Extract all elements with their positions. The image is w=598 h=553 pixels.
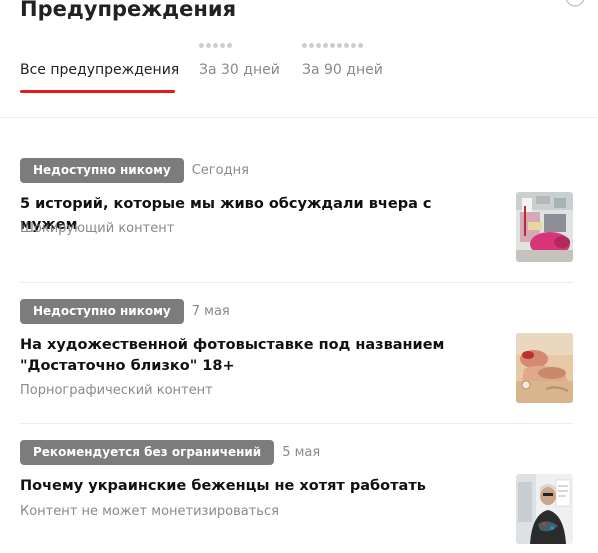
warning-reason: Порнографический контент <box>20 383 213 398</box>
entry-date: Сегодня <box>191 163 249 178</box>
tab-label: Все предупреждения <box>20 62 180 78</box>
article-thumbnail[interactable] <box>516 192 573 262</box>
status-badge: Недоступно никому <box>20 299 184 324</box>
tab-90-days[interactable]: За 90 дней <box>302 38 394 96</box>
warnings-page: Предупреждения Все предупреждения За 30 … <box>0 0 598 553</box>
warning-item[interactable]: Недоступно никому 7 мая На художественно… <box>20 299 573 419</box>
warning-item[interactable]: Рекомендуется без ограничений 5 мая Поче… <box>20 440 573 553</box>
status-badge: Рекомендуется без ограничений <box>20 440 275 465</box>
badge-row: Недоступно никому Сегодня <box>20 158 249 183</box>
status-badge: Недоступно никому <box>20 158 184 183</box>
article-title[interactable]: На художественной фотовыставке под назва… <box>20 335 490 377</box>
tabs-bar: Все предупреждения За 30 дней За 90 дней <box>20 38 598 96</box>
divider <box>20 423 573 424</box>
warning-item[interactable]: Недоступно никому Сегодня 5 историй, кот… <box>20 158 573 268</box>
tab-dots-indicator <box>199 43 232 49</box>
article-thumbnail[interactable] <box>516 474 573 544</box>
page-title: Предупреждения <box>20 0 237 21</box>
close-icon[interactable] <box>564 0 586 8</box>
thumbnail-image <box>516 333 573 403</box>
article-thumbnail[interactable] <box>516 333 573 403</box>
tab-30-days[interactable]: За 30 дней <box>199 38 283 96</box>
thumbnail-image <box>516 192 573 262</box>
divider <box>0 117 598 118</box>
tab-dots-indicator <box>302 43 363 49</box>
tab-label: За 90 дней <box>302 62 383 78</box>
warning-reason: Шокирующий контент <box>20 221 175 236</box>
warning-reason: Контент не может монетизироваться <box>20 504 279 519</box>
entry-date: 7 мая <box>191 304 230 319</box>
badge-row: Недоступно никому 7 мая <box>20 299 230 324</box>
tab-active-underline <box>20 90 175 93</box>
badge-row: Рекомендуется без ограничений 5 мая <box>20 440 320 465</box>
tab-all-warnings[interactable]: Все предупреждения <box>20 38 180 96</box>
divider <box>20 282 573 283</box>
thumbnail-image <box>516 474 573 544</box>
entry-date: 5 мая <box>282 445 321 460</box>
tab-label: За 30 дней <box>199 62 280 78</box>
article-title[interactable]: Почему украинские беженцы не хотят работ… <box>20 476 490 497</box>
